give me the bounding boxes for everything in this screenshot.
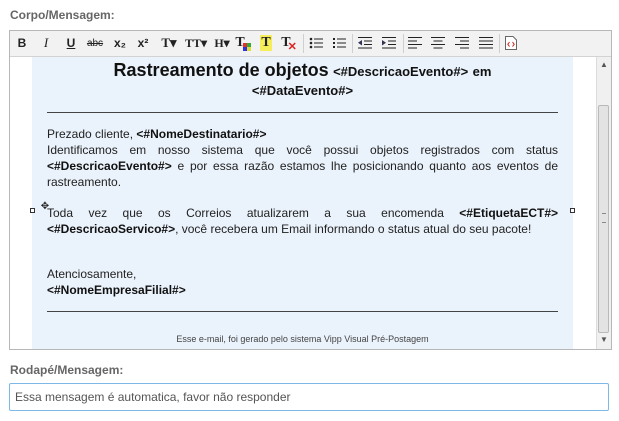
greeting-paragraph: Prezado cliente, <#NomeDestinatario#> Id… xyxy=(47,126,558,190)
rodape-mensagem-label: Rodapé/Mensagem: xyxy=(10,363,124,377)
font-color-icon[interactable]: T xyxy=(234,33,252,53)
greeting-text: Prezado cliente, xyxy=(47,127,134,141)
p1-start: Identificamos em nosso sistema que você … xyxy=(47,143,558,157)
toolbar-separator xyxy=(499,34,500,53)
highlight-letter: T xyxy=(260,35,272,51)
horizontal-rule xyxy=(47,311,558,312)
p1-event-var: <#DescricaoEvento#> xyxy=(47,159,172,173)
clear-format-icon[interactable]: T ✕ xyxy=(280,33,298,53)
bold-icon[interactable]: B xyxy=(14,33,30,53)
toolbar-separator xyxy=(352,34,353,53)
resize-handle[interactable] xyxy=(570,208,575,213)
indent-icon[interactable] xyxy=(380,33,398,53)
strikethrough-icon[interactable]: abc xyxy=(85,33,105,53)
corpo-mensagem-label: Corpo/Mensagem: xyxy=(10,8,115,22)
p2-label-var: <#EtiquetaECT#> xyxy=(459,206,558,220)
title-date-var: <#DataEvento#> xyxy=(251,83,354,98)
p2-end: , você recebera um Email informando o st… xyxy=(175,222,532,236)
font-family-icon[interactable]: T▾ xyxy=(158,33,180,53)
ordered-list-icon[interactable] xyxy=(330,33,348,53)
closing-text: Atenciosamente, xyxy=(47,267,137,281)
resize-handle[interactable] xyxy=(30,208,35,213)
scroll-down-icon[interactable]: ▼ xyxy=(597,333,611,347)
horizontal-rule xyxy=(47,112,558,113)
toolbar-separator xyxy=(403,34,404,53)
font-size-icon[interactable]: TT▾ xyxy=(182,33,210,53)
color-swatch xyxy=(242,43,251,51)
outdent-icon[interactable] xyxy=(356,33,374,53)
align-left-icon[interactable] xyxy=(406,33,424,53)
title-event-var: <#DescricaoEvento#> xyxy=(333,64,469,79)
unordered-list-icon[interactable] xyxy=(307,33,325,53)
italic-icon[interactable]: I xyxy=(38,33,54,53)
title-joiner: em xyxy=(472,64,492,79)
scrollbar-grip-icon xyxy=(602,213,606,223)
closing-paragraph: Atenciosamente, <#NomeEmpresaFilial#> xyxy=(47,266,558,298)
justify-icon[interactable] xyxy=(477,33,495,53)
align-right-icon[interactable] xyxy=(453,33,471,53)
subscript-icon[interactable]: x₂ xyxy=(111,33,129,53)
editor-toolbar: B I U abc x₂ x² T▾ TT▾ H▾ T T T ✕ xyxy=(10,31,611,57)
move-handle-icon[interactable]: ✥ xyxy=(40,202,50,212)
company-var: <#NomeEmpresaFilial#> xyxy=(47,283,186,297)
p2-service-var: <#DescricaoServico#> xyxy=(47,222,176,236)
highlight-icon[interactable]: T xyxy=(257,33,275,53)
toolbar-separator xyxy=(303,34,304,53)
email-title: Rastreamento de objetos xyxy=(113,60,329,80)
rodape-mensagem-input[interactable] xyxy=(9,383,609,411)
align-center-icon[interactable] xyxy=(429,33,447,53)
underline-icon[interactable]: U xyxy=(63,33,79,53)
editor-content-area[interactable]: Rastreamento de objetos <#DescricaoEvent… xyxy=(10,57,596,349)
scroll-up-icon[interactable]: ▲ xyxy=(597,58,611,72)
p2-start: Toda vez que os Correios atualizarem a s… xyxy=(47,206,444,220)
email-template: Rastreamento de objetos <#DescricaoEvent… xyxy=(32,57,573,349)
tracking-paragraph: Toda vez que os Correios atualizarem a s… xyxy=(47,205,558,237)
rich-text-editor[interactable]: B I U abc x₂ x² T▾ TT▾ H▾ T T T ✕ Rastre… xyxy=(9,30,612,350)
system-footer-note: Esse e-mail, foi gerado pelo sistema Vip… xyxy=(176,334,429,344)
superscript-icon[interactable]: x² xyxy=(134,33,152,53)
heading-icon[interactable]: H▾ xyxy=(211,33,233,53)
email-heading: Rastreamento de objetos <#DescricaoEvent… xyxy=(32,61,573,100)
vertical-scrollbar[interactable]: ▲ ▼ xyxy=(596,57,611,349)
scrollbar-thumb[interactable] xyxy=(598,105,609,333)
recipient-var: <#NomeDestinatario#> xyxy=(136,127,267,141)
html-source-icon[interactable] xyxy=(502,33,520,53)
